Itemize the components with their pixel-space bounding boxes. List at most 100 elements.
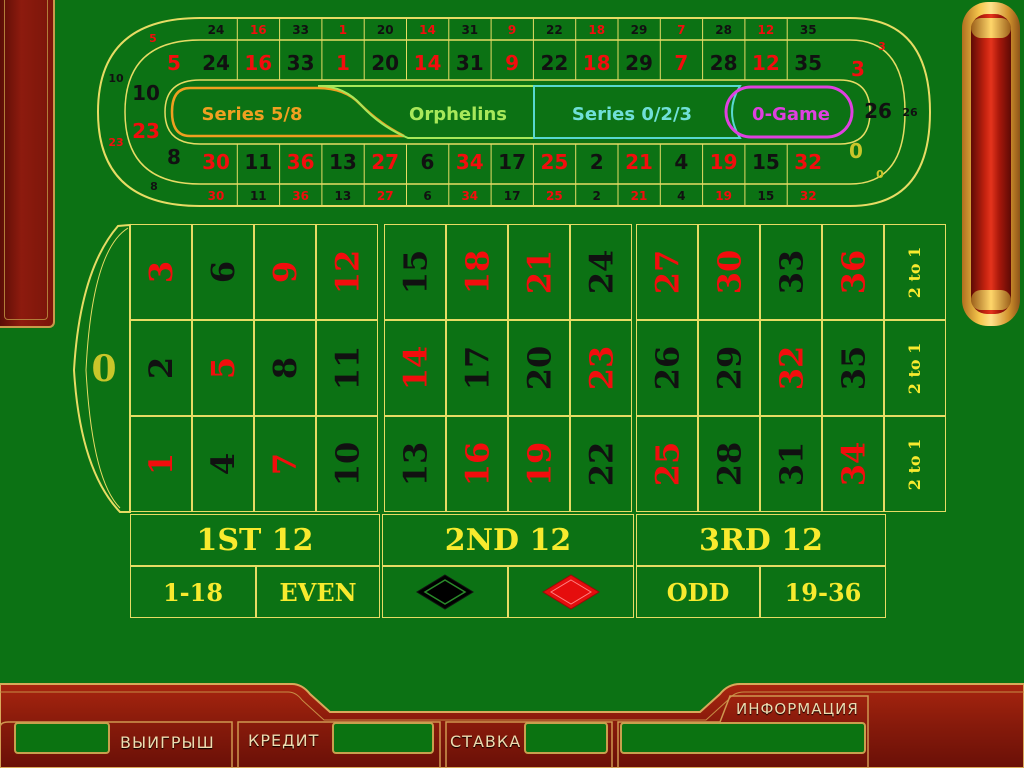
number-label: 11: [328, 345, 366, 391]
column-bet-3[interactable]: 2 to 1: [884, 224, 946, 320]
number-cell-30[interactable]: 30: [698, 224, 760, 320]
number-cell-22[interactable]: 22: [570, 416, 632, 512]
number-cell-29[interactable]: 29: [698, 320, 760, 416]
dozen-2-bet[interactable]: 2ND 12: [382, 514, 634, 566]
number-cell-8[interactable]: 8: [254, 320, 316, 416]
number-label: 29: [710, 345, 748, 391]
info-button[interactable]: ИНФОРМАЦИЯ: [736, 700, 859, 718]
number-label: 23: [582, 345, 620, 391]
number-label: 16: [458, 441, 496, 487]
number-cell-20[interactable]: 20: [508, 320, 570, 416]
number-label: 18: [458, 249, 496, 295]
even-label: EVEN: [279, 577, 357, 607]
number-cell-11[interactable]: 11: [316, 320, 378, 416]
number-label: 22: [582, 441, 620, 487]
dozen-1-bet[interactable]: 1ST 12: [130, 514, 380, 566]
number-cell-3[interactable]: 3: [130, 224, 192, 320]
number-cell-14[interactable]: 14: [384, 320, 446, 416]
number-label: 19: [520, 441, 558, 487]
credit-display: [332, 722, 434, 754]
high-19-36-bet[interactable]: 19-36: [760, 566, 886, 618]
column-bet-label: 2 to 1: [905, 342, 925, 394]
number-label: 30: [710, 249, 748, 295]
number-label: 6: [203, 260, 242, 284]
number-cell-15[interactable]: 15: [384, 224, 446, 320]
low-label: 1-18: [162, 577, 224, 607]
number-cell-36[interactable]: 36: [822, 224, 884, 320]
number-cell-33[interactable]: 33: [760, 224, 822, 320]
number-label: 35: [834, 345, 872, 391]
number-cell-26[interactable]: 26: [636, 320, 698, 416]
number-label: 24: [582, 249, 620, 295]
number-cell-21[interactable]: 21: [508, 224, 570, 320]
number-cell-13[interactable]: 13: [384, 416, 446, 512]
bottom-wood-panel: [0, 683, 1024, 768]
bet-display: [524, 722, 608, 754]
dozen-3-bet[interactable]: 3RD 12: [636, 514, 886, 566]
number-cell-17[interactable]: 17: [446, 320, 508, 416]
red-bet[interactable]: [508, 566, 634, 618]
number-cell-12[interactable]: 12: [316, 224, 378, 320]
number-label: 2: [141, 356, 180, 380]
column-bet-label: 2 to 1: [905, 246, 925, 298]
number-label: 9: [265, 260, 304, 284]
number-cell-7[interactable]: 7: [254, 416, 316, 512]
number-cell-16[interactable]: 16: [446, 416, 508, 512]
number-label: 28: [710, 441, 748, 487]
even-bet[interactable]: EVEN: [256, 566, 380, 618]
number-label: 31: [772, 441, 810, 487]
win-label: ВЫИГРЫШ: [120, 733, 215, 752]
number-cell-31[interactable]: 31: [760, 416, 822, 512]
number-cell-9[interactable]: 9: [254, 224, 316, 320]
black-bet[interactable]: [382, 566, 508, 618]
number-label: 7: [265, 452, 304, 476]
odd-bet[interactable]: ODD: [636, 566, 760, 618]
column-bet-1[interactable]: 2 to 1: [884, 416, 946, 512]
number-cell-23[interactable]: 23: [570, 320, 632, 416]
number-cell-6[interactable]: 6: [192, 224, 254, 320]
column-bet-2[interactable]: 2 to 1: [884, 320, 946, 416]
number-cell-28[interactable]: 28: [698, 416, 760, 512]
number-label: 36: [834, 249, 872, 295]
black-diamond-icon: [416, 574, 474, 610]
low-1-18-bet[interactable]: 1-18: [130, 566, 256, 618]
number-label: 33: [772, 249, 810, 295]
number-label: 1: [141, 452, 180, 476]
column-bets: 2 to 1 2 to 1 2 to 1: [884, 224, 946, 514]
dozen-3-label: 3RD 12: [698, 522, 823, 558]
zero-bet-cell[interactable]: 0: [78, 226, 130, 512]
number-cell-34[interactable]: 34: [822, 416, 884, 512]
number-label: 25: [648, 441, 686, 487]
credit-label: КРЕДИТ: [248, 731, 320, 750]
number-cell-18[interactable]: 18: [446, 224, 508, 320]
number-label: 15: [396, 249, 434, 295]
number-label: 12: [328, 249, 366, 295]
number-label: 27: [648, 249, 686, 295]
column-bet-label: 2 to 1: [905, 438, 925, 490]
number-label: 13: [396, 441, 434, 487]
roulette-table-screen: Series 5/8 Orphelins Series 0/2/3 0-Game 24 2…: [0, 0, 1024, 768]
number-label: 4: [203, 452, 242, 476]
number-cell-2[interactable]: 2: [130, 320, 192, 416]
bet-label: СТАВКА: [450, 732, 522, 751]
number-cell-24[interactable]: 24: [570, 224, 632, 320]
win-display: [14, 722, 110, 754]
number-cell-32[interactable]: 32: [760, 320, 822, 416]
number-label: 26: [648, 345, 686, 391]
dozen-1-label: 1ST 12: [196, 522, 314, 558]
number-label: 10: [328, 441, 366, 487]
number-cell-27[interactable]: 27: [636, 224, 698, 320]
number-cell-10[interactable]: 10: [316, 416, 378, 512]
zero-label: 0: [91, 348, 117, 390]
number-cell-35[interactable]: 35: [822, 320, 884, 416]
number-label: 5: [203, 356, 242, 380]
number-cell-5[interactable]: 5: [192, 320, 254, 416]
number-cell-19[interactable]: 19: [508, 416, 570, 512]
number-cell-1[interactable]: 1: [130, 416, 192, 512]
number-label: 14: [396, 345, 434, 391]
number-label: 20: [520, 345, 558, 391]
info-display: [620, 722, 866, 754]
number-label: 34: [834, 441, 872, 487]
number-cell-25[interactable]: 25: [636, 416, 698, 512]
number-cell-4[interactable]: 4: [192, 416, 254, 512]
